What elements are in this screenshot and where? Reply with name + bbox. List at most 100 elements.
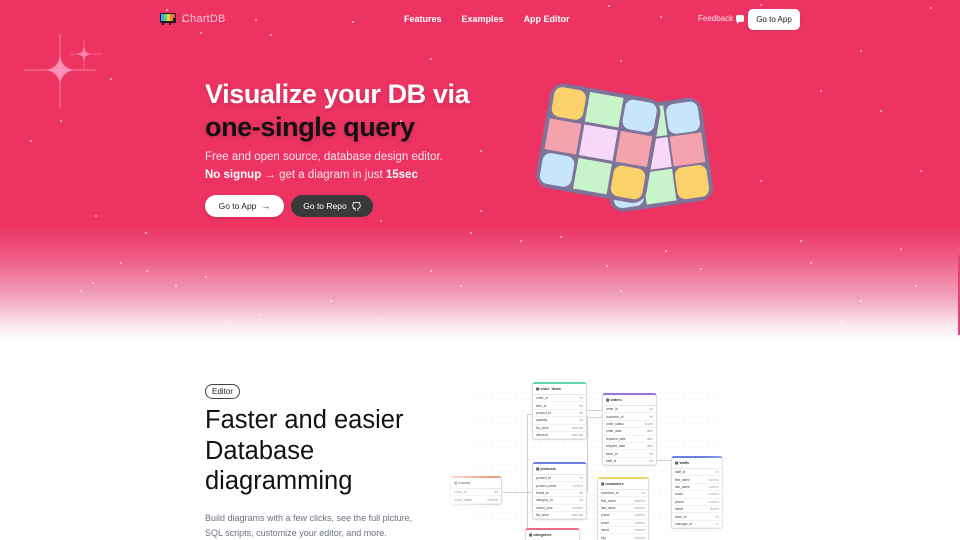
db-table-card[interactable]: ▤ customers customer_id int first_name varch… [597,477,649,540]
column-name: store_id [606,451,618,456]
db-table-column: order_date date [603,428,656,436]
editor-section-title: Faster and easier Database diagramming [205,405,403,497]
nav-link-examples[interactable]: Examples [462,14,504,24]
db-table-column: staff_id int [603,458,656,466]
db-table-column: email varchar [598,520,648,527]
desc-line: SQL scripts, customize your editor, and … [205,528,387,538]
column-type: int [715,521,719,526]
db-table-column: active tinyint [672,506,722,514]
star-dot [860,300,862,302]
relation-line [503,492,535,493]
relation-line [657,460,672,461]
db-table-column: brand_id int [533,490,586,498]
column-name: phone [675,499,684,504]
db-table-column: store_id int [672,513,722,521]
star-dot [225,320,227,322]
star-dot [95,215,97,217]
column-name: category_id [536,498,553,503]
go-to-repo-label: Go to Repo [303,201,347,211]
star-dot [915,285,917,287]
db-table-column: product_name varchar [533,482,586,490]
column-type: decimal [572,433,583,438]
sparkle-small-icon [70,40,102,70]
star-dot [665,250,667,252]
column-name: email [675,492,683,497]
db-table-card[interactable]: ▤ products product_id int product_name varch… [532,462,587,521]
nav-link-features[interactable]: Features [404,14,442,24]
column-name: city [601,535,606,540]
nav-go-to-app-button[interactable]: Go to App [748,9,800,30]
chartdb-logo-icon [160,13,176,25]
star-dot [30,140,32,142]
column-type: varchar [708,492,719,497]
db-table-column: item_id int [533,402,586,410]
db-table-column: first_name varchar [672,476,722,484]
column-name: order_id [606,407,618,412]
column-name: discount [536,433,548,438]
title-line: Faster and easier [205,406,404,434]
column-name: product_name [536,483,557,488]
hero-go-to-repo-button[interactable]: Go to Repo [291,195,373,217]
db-table-name: ▤ staffs [672,458,722,469]
column-type: varchar [634,513,645,518]
star-dot [920,170,922,172]
column-type: int [579,476,583,481]
column-type: varchar [708,477,719,482]
column-name: product_id [536,476,551,481]
star-dot [520,240,522,242]
star-dot [175,285,177,287]
column-name: order_id [536,396,548,401]
tagline-middle: → get a diagram in just [261,169,386,181]
column-type: int [649,458,653,463]
star-dot [620,290,622,292]
star-dot [840,320,842,322]
star-dot [146,270,148,272]
column-name: last_name [601,505,616,510]
column-name: brand_id [454,490,467,495]
github-icon [352,201,361,211]
db-table-card[interactable]: ▤ brands brand_id int brand_name varchar [450,476,502,505]
db-table-card[interactable]: ▤ categories [525,528,580,540]
hero-go-to-app-button[interactable]: Go to App → [205,195,284,217]
db-table-name: ▤ products [533,464,586,475]
db-table-column: discount decimal [533,432,586,440]
feedback-label: Feedback [698,14,734,23]
brand-logo[interactable]: ChartDB [160,13,226,25]
db-table-column: first_name varchar [598,497,648,505]
db-table-column: order_id int [603,406,656,414]
column-type: int [649,414,653,419]
column-type: date [646,436,653,441]
star-dot [700,268,702,270]
column-type: int [715,514,719,519]
column-type: varchar [572,483,583,488]
column-name: customer_id [606,414,624,419]
column-type: varchar [634,498,645,503]
db-table-column: brand_id int [451,489,501,497]
db-table-card[interactable]: ▤ order_items order_id int item_id int produc… [532,382,587,441]
db-table-card[interactable]: ▤ orders order_id int customer_id int order_s… [602,393,657,467]
db-table-column: customer_id int [598,490,648,498]
db-table-column: order_status tinyint [603,421,656,429]
star-dot [606,265,608,267]
column-name: first_name [675,477,690,482]
editor-section-description: Build diagrams with a few clicks, see th… [205,511,412,540]
db-table-column: model_year smallint [533,505,586,512]
feedback-link[interactable]: Feedback [698,14,745,24]
db-table-name: ▤ categories [526,530,579,540]
column-name: product_id [536,410,551,415]
db-table-column: manager_id int [672,521,722,529]
star-dot [260,314,262,316]
db-table-column: list_price decimal [533,425,586,432]
db-table-column: quantity int [533,417,586,425]
column-name: brand_id [536,490,549,495]
column-name: brand_name [454,497,472,502]
star-dot [470,232,472,234]
brand-name: ChartDB [182,13,226,25]
nav-link-app-editor[interactable]: App Editor [524,14,570,24]
column-type: int [641,491,645,496]
db-table-column: staff_id int [672,469,722,477]
headline-line-1: Visualize your DB via [205,79,470,109]
star-dot [380,220,382,222]
column-name: last_name [675,484,690,489]
db-table-card[interactable]: ▤ staffs staff_id int first_name varchar last… [671,456,723,530]
